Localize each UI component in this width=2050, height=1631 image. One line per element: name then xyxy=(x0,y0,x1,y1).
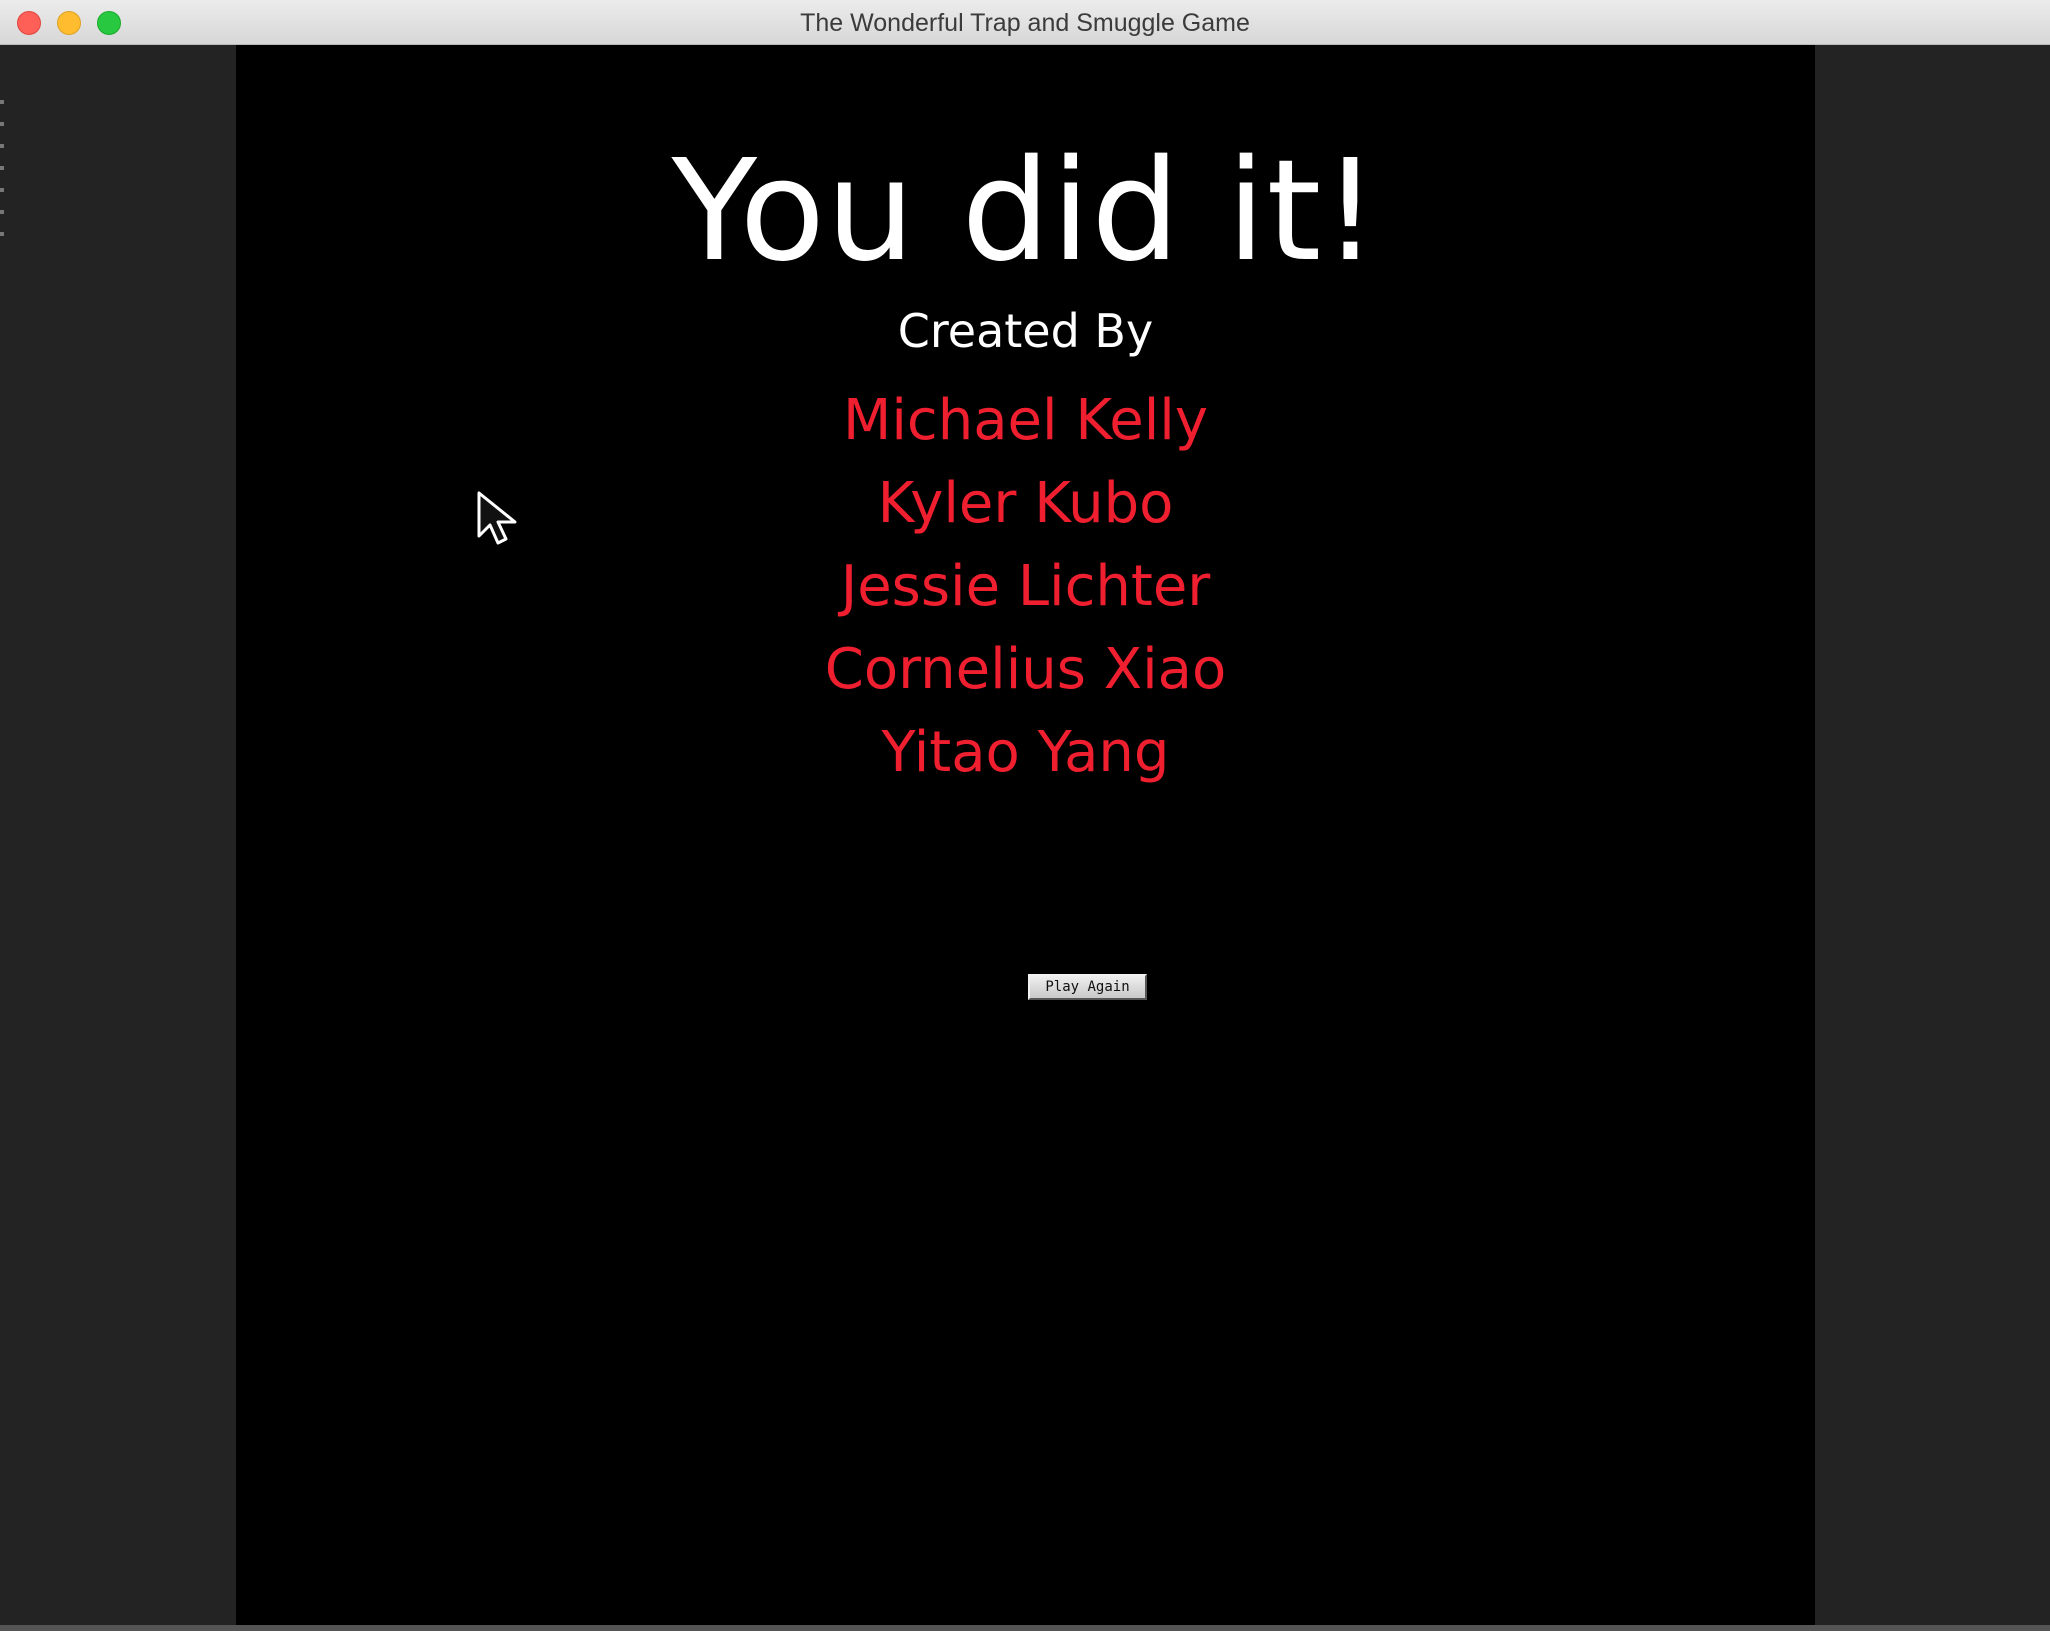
credit-name: Kyler Kubo xyxy=(877,471,1174,536)
game-canvas: You did it! Created By Michael Kelly Kyl… xyxy=(236,45,1815,1625)
credit-name: Michael Kelly xyxy=(843,388,1208,453)
credits-list: Michael Kelly Kyler Kubo Jessie Lichter … xyxy=(236,379,1815,794)
credit-name: Yitao Yang xyxy=(881,720,1170,785)
window-titlebar[interactable]: The Wonderful Trap and Smuggle Game xyxy=(0,0,2050,45)
window-bottom-border xyxy=(0,1625,2050,1631)
game-window: The Wonderful Trap and Smuggle Game You … xyxy=(0,0,2050,1631)
right-window-margin xyxy=(1815,45,2050,1625)
left-window-margin xyxy=(0,45,236,1625)
credit-name: Jessie Lichter xyxy=(840,554,1211,619)
credit-name: Cornelius Xiao xyxy=(824,637,1227,702)
window-title: The Wonderful Trap and Smuggle Game xyxy=(800,9,1250,37)
left-edge-decoration xyxy=(0,100,4,250)
victory-headline: You did it! xyxy=(671,130,1380,293)
credits-label: Created By xyxy=(897,304,1154,358)
mouse-pointer-icon xyxy=(477,491,517,545)
play-again-button[interactable]: Play Again xyxy=(1028,974,1147,1000)
